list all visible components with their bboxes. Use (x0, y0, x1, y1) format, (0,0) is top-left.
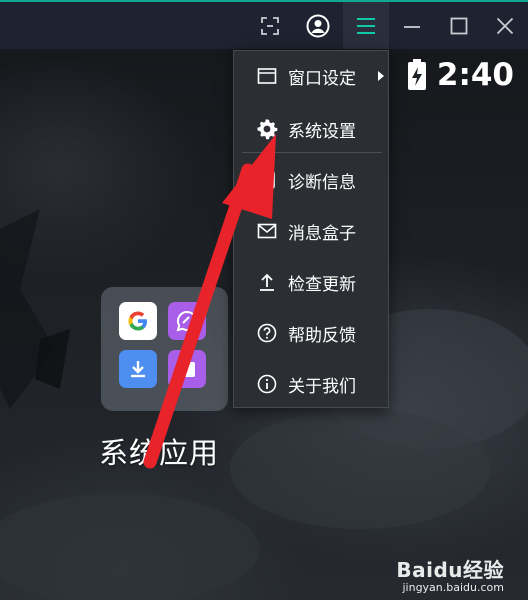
main-menu: 窗口设定 系统设置 诊断信息 消息盒子 检查更新 帮助反馈 关于我们 (233, 50, 389, 408)
submenu-arrow-icon (378, 71, 384, 81)
google-icon (128, 311, 147, 331)
menu-divider (242, 152, 382, 153)
app-folder[interactable] (101, 287, 228, 411)
diagnostic-icon (256, 169, 278, 191)
google-app[interactable] (119, 302, 157, 340)
folder-label[interactable]: 系统应用 (99, 430, 219, 472)
maximize-button[interactable] (436, 2, 482, 49)
menu-item-window-settings[interactable]: 窗口设定 (234, 54, 388, 98)
close-button[interactable] (482, 2, 528, 49)
close-icon (496, 17, 514, 34)
status-clock: 2:40 (407, 57, 514, 93)
messages-app[interactable] (168, 302, 206, 340)
screenshot-icon (261, 16, 279, 35)
download-icon (131, 361, 145, 378)
menu-item-label: 检查更新 (288, 274, 356, 295)
baidu-watermark: Baidu经验 jingyan.baidu.com (396, 554, 504, 594)
menu-item-label: 系统设置 (288, 121, 356, 142)
help-icon (256, 322, 278, 344)
calendar-icon (179, 362, 195, 377)
title-bar (0, 0, 528, 49)
menu-icon (357, 17, 375, 34)
menu-button[interactable] (343, 2, 389, 49)
minimize-button[interactable] (389, 2, 435, 49)
menu-item-label: 窗口设定 (288, 68, 356, 89)
account-icon (306, 14, 330, 37)
gear-icon (256, 118, 278, 140)
upload-icon (256, 271, 278, 293)
calendar-app[interactable] (168, 350, 206, 388)
maximize-icon (450, 17, 468, 34)
menu-item-about-us[interactable]: 关于我们 (234, 362, 388, 406)
screenshot-button[interactable] (247, 2, 293, 49)
messages-icon (176, 310, 198, 332)
menu-item-diagnostics[interactable]: 诊断信息 (234, 158, 388, 202)
window-icon (256, 65, 278, 87)
menu-item-label: 关于我们 (288, 376, 356, 397)
battery-icon (407, 59, 426, 90)
menu-item-label: 消息盒子 (288, 223, 356, 244)
watermark-url: jingyan.baidu.com (402, 581, 504, 594)
menu-item-check-update[interactable]: 检查更新 (234, 260, 388, 304)
menu-item-help-feedback[interactable]: 帮助反馈 (234, 311, 388, 355)
menu-item-label: 诊断信息 (288, 172, 356, 193)
mail-icon (256, 220, 278, 242)
clock-time: 2:40 (436, 57, 514, 93)
account-button[interactable] (295, 2, 341, 49)
info-icon (256, 373, 278, 395)
minimize-icon (404, 25, 420, 28)
download-app[interactable] (119, 350, 157, 388)
watermark-brand: Baidu经验 (396, 558, 504, 582)
menu-item-label: 帮助反馈 (288, 325, 356, 346)
menu-item-message-box[interactable]: 消息盒子 (234, 209, 388, 253)
menu-item-system-settings[interactable]: 系统设置 (234, 107, 388, 151)
